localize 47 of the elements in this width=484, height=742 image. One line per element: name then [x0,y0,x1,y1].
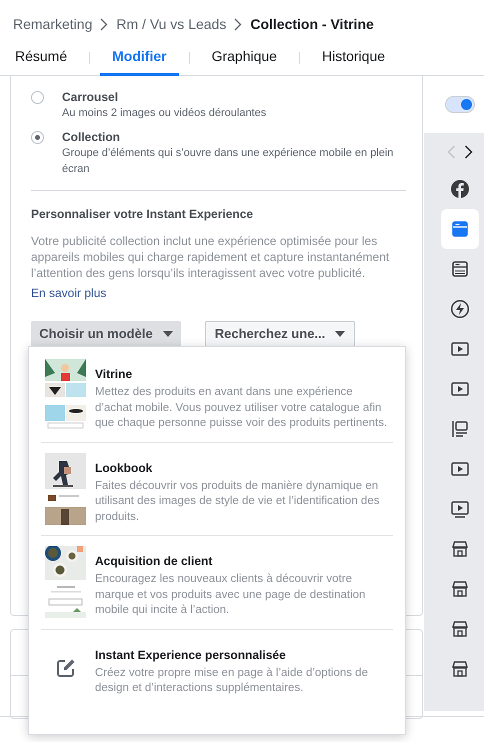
breadcrumb-current: Collection - Vitrine [250,14,374,34]
template-description: Faites découvrir vos produits de manière dynamique en utilisant des images de style de vie et l’identification des produits. [95,478,380,524]
template-title: Lookbook [95,460,154,476]
store-icon[interactable] [450,539,470,559]
option-description: Au moins 2 images ou vidéos déroulantes [62,106,266,121]
store-icon[interactable] [450,619,470,639]
template-option[interactable]: Acquisition de client Encouragez les nouveaux clients à découvrir votre marque et vos produits avec une page de destination mobile qui incite à l’action. [41,536,393,630]
template-description: Créez votre propre mise en page à l’aide d’options de design et d’interactions supplémentaires. [95,666,369,696]
caret-icon [162,331,173,337]
tab[interactable]: Historique [310,40,398,76]
dropdown-button[interactable]: Choisir un modèle [31,321,181,347]
edit-icon [56,658,76,678]
caret-icon [335,331,346,337]
next-icon[interactable] [464,145,473,159]
chevron-icon [100,18,108,30]
chevron-icon [234,18,242,30]
template-option[interactable]: Lookbook Faites découvrir vos produits de manière dynamique en utilisant des images de style de vie et l’identification des produits. [41,442,393,536]
template-title: Instant Experience personnalisée [95,646,287,664]
template-description: Mettez des produits en avant dans une expérience d’achat mobile. Vous pouvez utiliser votre catalogue afin que chaque personne puisse voir des produits pertinents. [95,385,388,431]
option-title: Collection [62,129,122,145]
learn-more-link[interactable]: En savoir plus [31,286,106,300]
browser-window-icon[interactable] [450,259,470,279]
option-title: Carrousel [62,89,120,105]
text-layout-icon[interactable] [450,419,470,439]
facebook-icon[interactable] [450,179,470,199]
template-title: Vitrine [95,366,134,383]
template-description: Encouragez les nouveaux clients à découvrir votre marque et vos produits avec une page de destination mobile qui incite à l’action. [95,572,366,618]
store-icon[interactable] [450,659,470,679]
video-screen-icon[interactable] [450,499,470,519]
radio-button[interactable] [31,91,44,104]
dropdown-button[interactable]: Recherchez une... [205,321,355,347]
radio-button[interactable] [31,131,44,144]
option-description: Groupe d’éléments qui s’ouvre dans une expérience mobile en plein écran [62,146,394,177]
tab[interactable]: Modifier [100,40,179,76]
section-description: Votre publicité collection inclut une expérience optimisée pour les appareils mobiles qui charge rapidement et capture instantanément l’attention des gens lorsqu’ils interagissent avec votre publicité. [31,233,390,281]
selected-rail-item[interactable] [441,209,479,249]
browser-window-icon[interactable] [450,219,470,239]
template-title: Acquisition de client [95,553,214,570]
tab[interactable]: Résumé [3,40,80,76]
template-option[interactable]: Vitrine Mettez des produits en avant dans une expérience d’achat mobile. Vous pouvez utiliser votre catalogue afin que chaque personne puisse voir des produits pertinents. [41,349,393,442]
toggle-switch[interactable] [445,96,475,113]
breadcrumb-link[interactable]: Rm / Vu vs Leads [116,14,226,34]
section-heading: Personnaliser votre Instant Experience [31,206,254,223]
tab[interactable]: Graphique [200,40,289,76]
lightning-icon[interactable] [450,299,470,319]
store-icon[interactable] [450,579,470,599]
breadcrumb-link[interactable]: Remarketing [13,14,92,34]
